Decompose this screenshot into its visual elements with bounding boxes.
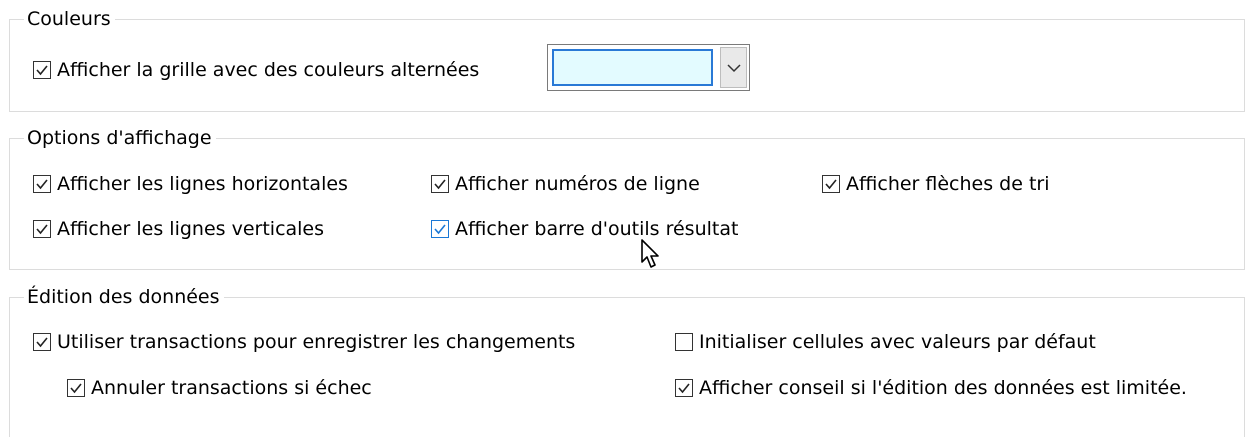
alt-color-dropdown[interactable] <box>547 44 750 91</box>
show-result-toolbar-label: Afficher barre d'outils résultat <box>455 218 739 240</box>
checkbox-box <box>33 333 51 351</box>
checkbox-box <box>33 61 51 79</box>
alt-grid-checkbox[interactable]: Afficher la grille avec des couleurs alt… <box>33 58 479 82</box>
checkbox-box <box>675 333 693 351</box>
checkbox-box <box>431 220 449 238</box>
show-sort-arrows-checkbox[interactable]: Afficher flèches de tri <box>822 172 1050 196</box>
rollback-on-failure-checkbox[interactable]: Annuler transactions si échec <box>67 376 372 400</box>
checkmark-icon <box>70 383 82 394</box>
checkbox-box <box>33 175 51 193</box>
alt-color-swatch[interactable] <box>552 49 713 86</box>
checkbox-box <box>675 379 693 397</box>
use-transactions-checkbox[interactable]: Utiliser transactions pour enregistrer l… <box>33 330 575 354</box>
checkmark-icon <box>36 65 48 76</box>
checkmark-icon <box>36 337 48 348</box>
show-edit-limited-hint-checkbox[interactable]: Afficher conseil si l'édition des donnée… <box>675 376 1187 400</box>
checkmark-icon <box>36 179 48 190</box>
checkbox-box <box>822 175 840 193</box>
show-vertical-lines-checkbox[interactable]: Afficher les lignes verticales <box>33 217 324 241</box>
editing-group-legend: Édition des données <box>24 285 224 309</box>
checkmark-icon <box>434 224 446 235</box>
checkmark-icon <box>434 179 446 190</box>
show-result-toolbar-checkbox[interactable]: Afficher barre d'outils résultat <box>431 217 738 241</box>
editing-group-frame <box>9 297 1245 437</box>
display-group-frame <box>9 138 1245 270</box>
show-row-numbers-label: Afficher numéros de ligne <box>455 173 700 195</box>
checkmark-icon <box>678 383 690 394</box>
init-default-values-checkbox[interactable]: Initialiser cellules avec valeurs par dé… <box>675 330 1096 354</box>
checkbox-box <box>431 175 449 193</box>
checkmark-icon <box>36 224 48 235</box>
checkmark-icon <box>825 179 837 190</box>
show-horizontal-lines-label: Afficher les lignes horizontales <box>57 173 348 195</box>
show-row-numbers-checkbox[interactable]: Afficher numéros de ligne <box>431 172 700 196</box>
show-vertical-lines-label: Afficher les lignes verticales <box>57 218 325 240</box>
show-edit-limited-hint-label: Afficher conseil si l'édition des donnée… <box>699 377 1187 399</box>
alt-grid-label: Afficher la grille avec des couleurs alt… <box>57 59 480 81</box>
colors-group-legend: Couleurs <box>24 7 115 31</box>
rollback-on-failure-label: Annuler transactions si échec <box>91 377 372 399</box>
use-transactions-label: Utiliser transactions pour enregistrer l… <box>57 331 576 353</box>
checkbox-box <box>33 220 51 238</box>
show-horizontal-lines-checkbox[interactable]: Afficher les lignes horizontales <box>33 172 348 196</box>
checkbox-box <box>67 379 85 397</box>
dropdown-button[interactable] <box>720 47 747 88</box>
init-default-values-label: Initialiser cellules avec valeurs par dé… <box>699 331 1096 353</box>
display-group-legend: Options d'affichage <box>24 126 216 150</box>
chevron-down-icon <box>727 64 741 73</box>
show-sort-arrows-label: Afficher flèches de tri <box>846 173 1050 195</box>
mouse-cursor-icon <box>641 239 659 268</box>
